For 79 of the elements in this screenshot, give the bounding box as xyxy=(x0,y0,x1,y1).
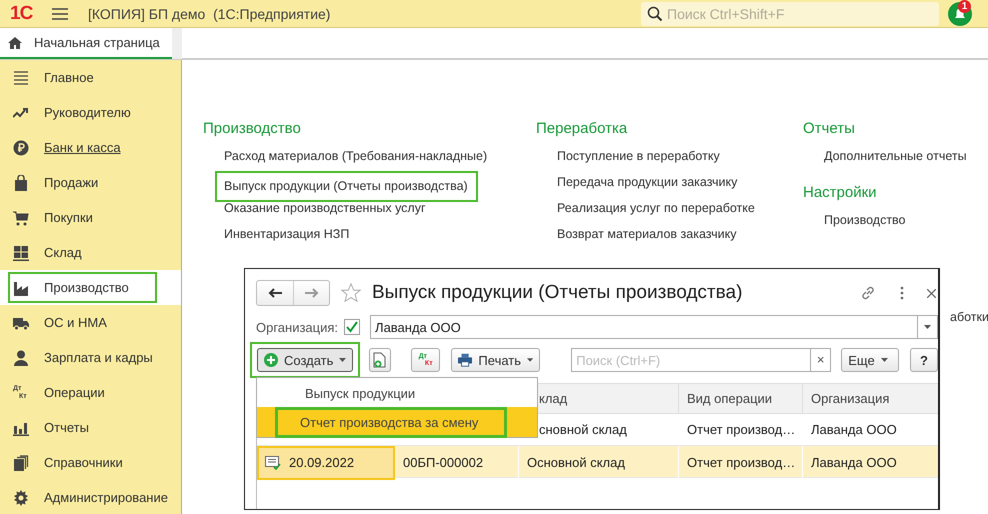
nav-link[interactable]: Поступление в переработку xyxy=(536,148,803,174)
print-button[interactable]: Печать xyxy=(451,348,540,372)
help-button[interactable]: ? xyxy=(910,348,938,372)
link-icon[interactable] xyxy=(860,285,876,301)
sidebar-item[interactable]: Зарплата и кадры xyxy=(0,340,181,375)
more-button[interactable]: Еще xyxy=(841,348,900,372)
sidebar-item[interactable]: Банк и касса xyxy=(0,130,181,165)
sidebar-item[interactable]: Администрирование xyxy=(0,480,181,514)
clear-button[interactable]: × xyxy=(811,348,832,372)
table-cell: 20.09.2022 xyxy=(257,446,395,480)
section-heading: Производство xyxy=(203,120,302,137)
search-field[interactable]: Поиск (Ctrl+F) xyxy=(571,348,812,372)
forward-arrow-icon xyxy=(304,288,318,298)
sidebar-item[interactable]: Производство xyxy=(0,270,181,305)
sidebar-item[interactable]: Главное xyxy=(0,60,181,95)
factory-icon xyxy=(13,280,29,296)
sidebar-item[interactable]: Покупки xyxy=(0,200,181,235)
sidebar-item[interactable]: Продажи xyxy=(0,165,181,200)
sidebar-item[interactable]: ОС и НМА xyxy=(0,305,181,340)
ruble-icon xyxy=(13,140,29,156)
home-icon xyxy=(8,36,22,48)
person-icon xyxy=(13,350,29,366)
posted-document-icon xyxy=(265,456,281,470)
section-heading: Переработка xyxy=(536,120,628,137)
section-heading: Отчеты xyxy=(803,120,856,137)
nav-link[interactable]: Инвентаризация НЗП xyxy=(203,226,536,252)
nav-link[interactable]: Дополнительные отчеты xyxy=(803,148,967,174)
gear-icon xyxy=(13,490,29,506)
table-cell: Отчет производ… xyxy=(679,414,803,445)
add-document-icon xyxy=(373,352,388,368)
field-label: Организация: xyxy=(256,320,338,334)
copy-button[interactable] xyxy=(369,348,392,372)
nav-link[interactable]: Возврат материалов заказчику xyxy=(536,226,803,252)
caret-icon xyxy=(880,358,888,362)
printer-icon xyxy=(458,353,472,367)
caret-icon xyxy=(527,358,534,362)
star-icon[interactable] xyxy=(340,282,362,304)
sidebar-item[interactable]: Руководителю xyxy=(0,95,181,130)
table-cell: Отчет производ… xyxy=(679,446,803,480)
close-icon[interactable] xyxy=(927,288,936,298)
window-title: [КОПИЯ] БП демо (1С:Предприятие) xyxy=(88,6,330,22)
menu-item[interactable]: Отчет производства за смену xyxy=(257,407,537,437)
search-field[interactable]: Поиск Ctrl+Shift+F xyxy=(641,2,939,26)
table-cell: 00БП-000002 xyxy=(395,446,519,480)
link-text: аботки xyxy=(950,310,988,324)
notification-count: 1 xyxy=(958,0,971,13)
organization-field[interactable]: Лаванда ООО xyxy=(370,315,938,339)
document-title: Выпуск продукции (Отчеты производства) xyxy=(372,282,742,304)
nav-link[interactable]: Оказание производственных услуг xyxy=(203,200,536,226)
books-icon xyxy=(13,454,29,470)
plus-icon xyxy=(264,353,278,367)
nav-link[interactable]: Расход материалов (Требования-накладные) xyxy=(203,148,536,174)
sidebar-item[interactable]: Отчеты xyxy=(0,410,181,445)
more-icon[interactable] xyxy=(900,286,904,300)
checkbox[interactable] xyxy=(344,319,360,335)
column-header[interactable]: Организация xyxy=(803,384,938,414)
nav-link[interactable]: Реализация услуг по переработке xyxy=(536,200,803,226)
nav-link[interactable]: Производство xyxy=(803,212,967,238)
back-arrow-icon xyxy=(268,288,282,298)
nav-link[interactable]: Выпуск продукции (Отчеты производства) xyxy=(215,171,478,202)
menu-icon[interactable] xyxy=(52,8,68,20)
logo[interactable]: 1С xyxy=(10,2,42,24)
grid-icon xyxy=(13,244,29,260)
table-row[interactable]: 20.09.2022 00БП-000002 Основной склад Отчет производ… Лаванда ООО xyxy=(257,446,938,478)
column-header[interactable]: Вид операции xyxy=(679,384,803,414)
sidebar-item[interactable]: Склад xyxy=(0,235,181,270)
dropdown-icon xyxy=(924,325,931,329)
table-cell: Лаванда ООО xyxy=(803,446,938,480)
table-cell: Лаванда ООО xyxy=(803,414,938,445)
bag-icon xyxy=(13,174,29,190)
menu-icon xyxy=(13,70,29,86)
caret-icon xyxy=(339,358,346,362)
create-button[interactable]: Создать xyxy=(257,348,354,372)
section-heading: Настройки xyxy=(803,184,878,201)
sidebar-item[interactable]: Справочники xyxy=(0,445,181,480)
nav-link[interactable]: Передача продукции заказчику xyxy=(536,174,803,200)
cart-icon xyxy=(13,210,29,226)
table-cell: Основной склад xyxy=(519,446,679,480)
home-tab[interactable]: Начальная страница xyxy=(0,28,172,59)
